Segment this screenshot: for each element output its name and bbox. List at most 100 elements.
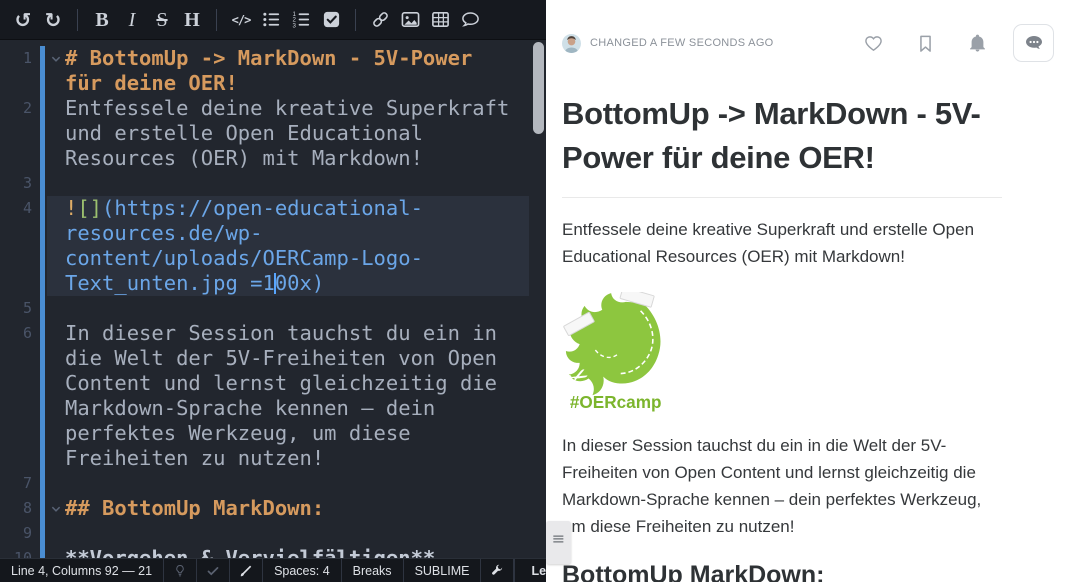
line-number <box>0 71 32 96</box>
numbered-list-icon[interactable]: 123 <box>286 0 316 39</box>
editor-line-row[interactable]: für deine OER! <box>0 71 546 96</box>
theme-brush-icon[interactable] <box>230 559 263 582</box>
comment-icon[interactable] <box>455 0 485 39</box>
editor-line-row[interactable]: 8## BottomUp MarkDown: <box>0 496 546 521</box>
line-text: für deine OER! <box>65 71 546 96</box>
preview-pane: CHANGED A FEW SECONDS AGO BottomUp -> Ma… <box>546 0 1080 582</box>
image-icon[interactable] <box>395 0 425 39</box>
line-text <box>65 521 546 546</box>
line-text <box>65 296 546 321</box>
fold-chevron-down-icon[interactable] <box>32 496 65 521</box>
italic-icon[interactable]: I <box>117 0 147 39</box>
editor-line-row[interactable]: content/uploads/OERCamp-Logo- <box>0 246 546 271</box>
rendered-note: BottomUp -> MarkDown - 5V-Power für dein… <box>546 92 1002 582</box>
toolbar-divider <box>77 9 78 31</box>
gutter-space <box>32 471 65 496</box>
hint-lightbulb-icon[interactable] <box>164 559 197 582</box>
gutter-space <box>32 121 65 146</box>
note-header: CHANGED A FEW SECONDS AGO <box>546 0 1080 62</box>
editor-line-row[interactable]: 3 <box>0 171 546 196</box>
undo-icon[interactable]: ↺ <box>8 0 38 39</box>
editor-line-row[interactable]: Content und lernst gleichzeitig die <box>0 371 546 396</box>
logo-caption: #OERcamp <box>570 392 662 412</box>
keymap-setting[interactable]: SUBLIME <box>404 559 482 582</box>
note-title: BottomUp -> MarkDown - 5V-Power für dein… <box>562 92 1002 180</box>
editor-line-row[interactable]: 7 <box>0 471 546 496</box>
editor-line-row[interactable]: Markdown-Sprache kennen – dein <box>0 396 546 421</box>
editor-line-row[interactable]: 9 <box>0 521 546 546</box>
doc-length: Length 2644 <box>514 559 546 582</box>
heading-icon[interactable]: H <box>177 0 207 39</box>
line-number <box>0 271 32 296</box>
editor-toolbar: ↺↻ BISH </> 123 <box>0 0 546 40</box>
code-icon[interactable]: </> <box>226 0 256 39</box>
table-icon[interactable] <box>425 0 455 39</box>
line-text: content/uploads/OERCamp-Logo- <box>65 246 546 271</box>
editor-line-row[interactable]: Text_unten.jpg =100x) <box>0 271 546 296</box>
line-number: 1 <box>0 46 32 71</box>
editor-line-row[interactable]: 10**Vorgehen & Vervielfältigen** <box>0 546 546 558</box>
redo-icon[interactable]: ↻ <box>38 0 68 39</box>
editor-line-row[interactable]: 5 <box>0 296 546 321</box>
line-text: # BottomUp -> MarkDown - 5V-Power <box>65 46 546 71</box>
toolbar-divider <box>216 9 217 31</box>
fold-chevron-down-icon[interactable] <box>32 46 65 71</box>
editor-line-row[interactable]: die Welt der 5V-Freiheiten von Open <box>0 346 546 371</box>
toolbar-divider <box>355 9 356 31</box>
linebreak-setting[interactable]: Breaks <box>342 559 404 582</box>
markdown-editor-pane: ↺↻ BISH </> 123 1 # BottomUp -> MarkDown - 5… <box>0 0 546 582</box>
bullet-list-icon[interactable] <box>256 0 286 39</box>
bell-icon[interactable] <box>968 34 987 53</box>
check-square-icon[interactable] <box>316 0 346 39</box>
avatar[interactable] <box>562 34 581 53</box>
gutter-space <box>32 421 65 446</box>
spellcheck-check-icon[interactable] <box>197 559 230 582</box>
editor-line-row[interactable]: Freiheiten zu nutzen! <box>0 446 546 471</box>
editor-line-row[interactable]: Resources (OER) mit Markdown! <box>0 146 546 171</box>
strikethrough-icon[interactable]: S <box>147 0 177 39</box>
cursor-position: Line 4, Columns 92 — 21 <box>0 559 164 582</box>
editor-line-row[interactable]: und erstelle Open Educational <box>0 121 546 146</box>
line-number <box>0 146 32 171</box>
editor-line-row[interactable]: resources.de/wp- <box>0 221 546 246</box>
gutter-space <box>32 521 65 546</box>
line-text <box>65 471 546 496</box>
editor-line-row[interactable]: 1 # BottomUp -> MarkDown - 5V-Power <box>0 46 546 71</box>
line-text: resources.de/wp- <box>65 221 546 246</box>
gutter-space <box>32 321 65 346</box>
gutter-space <box>32 71 65 96</box>
gutter-space <box>32 196 65 221</box>
line-number: 9 <box>0 521 32 546</box>
line-text: Resources (OER) mit Markdown! <box>65 146 546 171</box>
editor-line-row[interactable]: perfektes Werkzeug, um diese <box>0 421 546 446</box>
line-text: Text_unten.jpg =100x) <box>65 271 546 296</box>
bold-icon[interactable]: B <box>87 0 117 39</box>
oercamp-logo-image: ✂ #OERcamp <box>562 292 672 414</box>
gutter-space <box>32 246 65 271</box>
editor-scrollbar-thumb[interactable] <box>533 42 544 134</box>
title-divider <box>562 197 1002 198</box>
editor-line-row[interactable]: 4![](https://open-educational- <box>0 196 546 221</box>
line-number: 10 <box>0 546 32 558</box>
line-number: 3 <box>0 171 32 196</box>
gutter-space <box>32 221 65 246</box>
line-text: Content und lernst gleichzeitig die <box>65 371 546 396</box>
heart-icon[interactable] <box>864 34 883 53</box>
editor-lines: 1 # BottomUp -> MarkDown - 5V-Powerfür de… <box>0 46 546 558</box>
indent-setting[interactable]: Spaces: 4 <box>263 559 342 582</box>
code-editor[interactable]: 1 # BottomUp -> MarkDown - 5V-Powerfür de… <box>0 40 546 558</box>
line-number <box>0 221 32 246</box>
link-icon[interactable] <box>365 0 395 39</box>
comments-button[interactable] <box>1013 24 1054 62</box>
intro-paragraph: Entfessele deine kreative Superkraft und… <box>562 216 1002 270</box>
line-text: ## BottomUp MarkDown: <box>65 496 546 521</box>
preferences-wrench-icon[interactable] <box>481 559 514 582</box>
editor-line-row[interactable]: 2Entfessele deine kreative Superkraft <box>0 96 546 121</box>
line-number <box>0 346 32 371</box>
pane-splitter-handle[interactable]: ≡ <box>546 521 571 564</box>
editor-line-row[interactable]: 6In dieser Session tauchst du ein in <box>0 321 546 346</box>
line-number: 7 <box>0 471 32 496</box>
bookmark-icon[interactable] <box>916 34 935 53</box>
line-text: und erstelle Open Educational <box>65 121 546 146</box>
line-number: 4 <box>0 196 32 221</box>
